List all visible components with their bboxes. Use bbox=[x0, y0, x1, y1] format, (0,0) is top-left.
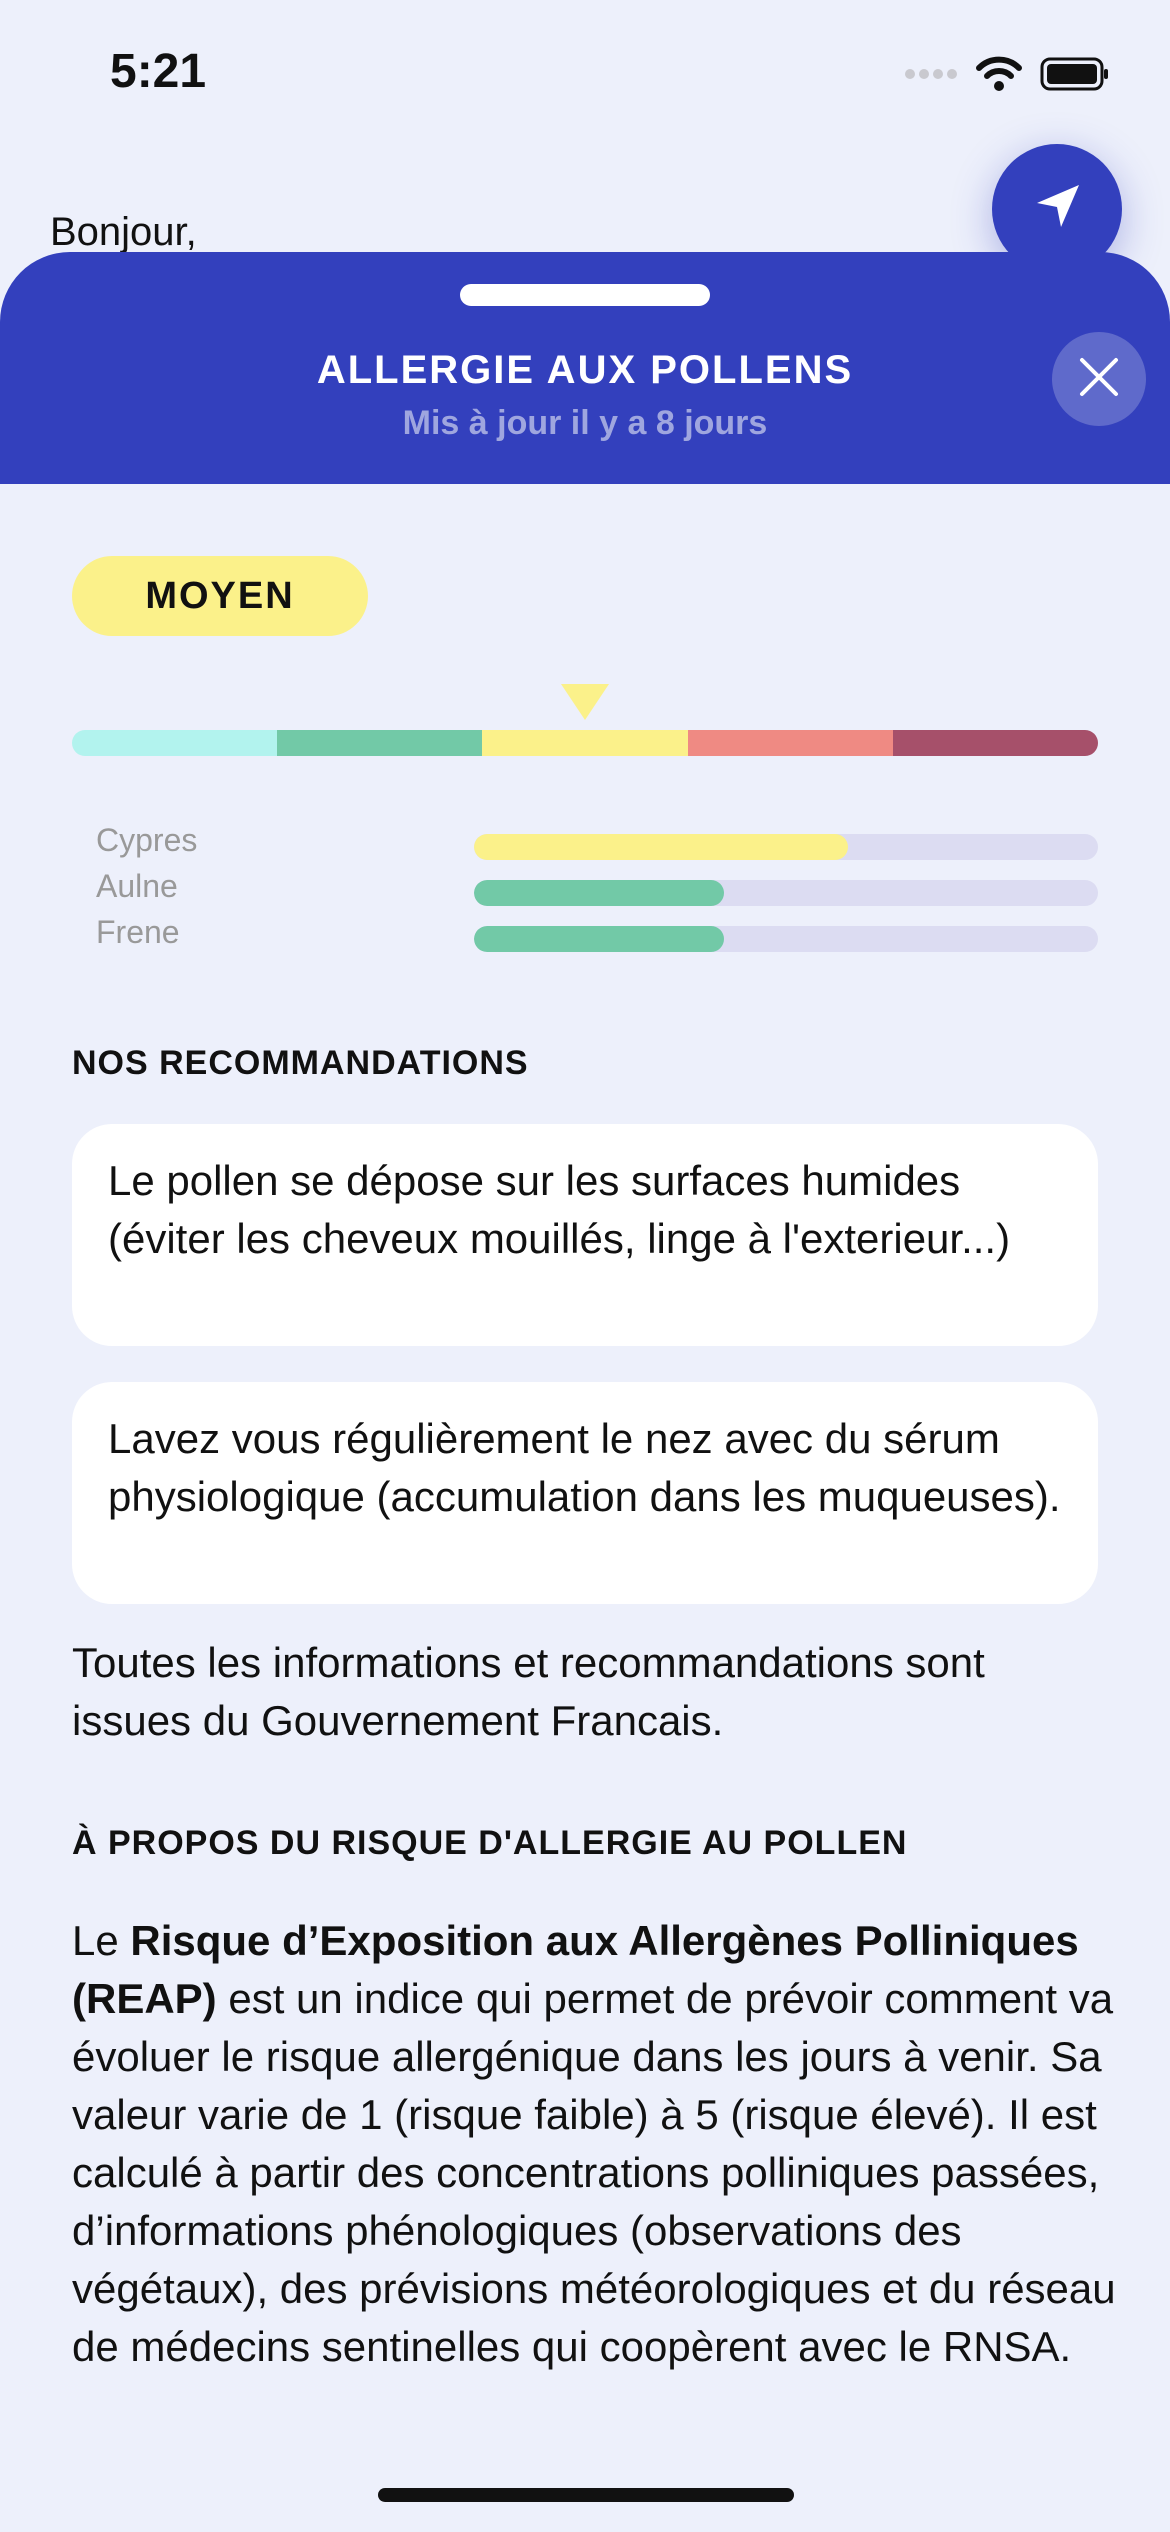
risk-scale-segment bbox=[892, 730, 1098, 756]
pollen-level-bar bbox=[474, 926, 724, 952]
sheet-header: ALLERGIE AUX POLLENS Mis à jour il y a 8… bbox=[0, 252, 1170, 484]
pollen-level-bar bbox=[474, 880, 724, 906]
location-arrow-icon bbox=[1029, 179, 1085, 240]
risk-scale-segment bbox=[72, 730, 278, 756]
recommendation-card: Le pollen se dépose sur les surfaces hum… bbox=[72, 1124, 1098, 1346]
home-indicator bbox=[378, 2488, 794, 2502]
status-time: 5:21 bbox=[110, 45, 207, 98]
pollen-level-track bbox=[474, 880, 1098, 906]
battery-icon bbox=[1040, 56, 1110, 97]
greeting: Bonjour, bbox=[50, 210, 197, 254]
source-note: Toutes les informations et recommandatio… bbox=[72, 1639, 985, 1744]
sheet-grabber[interactable] bbox=[460, 284, 710, 306]
risk-scale-segment bbox=[277, 730, 483, 756]
pollen-list: Cypres Aulne Frene bbox=[96, 822, 1098, 960]
about-body: est un indice qui permet de prévoir comm… bbox=[72, 1975, 1116, 2370]
about-text: Le Risque d’Exposition aux Allergènes Po… bbox=[72, 1912, 1122, 2376]
status-bar: 5:21 bbox=[0, 0, 1170, 150]
risk-scale bbox=[72, 730, 1098, 756]
wifi-icon bbox=[976, 56, 1022, 97]
pollen-level-track bbox=[474, 926, 1098, 952]
close-button[interactable] bbox=[1052, 332, 1146, 426]
pollen-row: Frene bbox=[96, 914, 1098, 960]
sheet-title: ALLERGIE AUX POLLENS bbox=[316, 348, 854, 392]
about-intro: Le bbox=[72, 1917, 131, 1964]
pollen-level-track bbox=[474, 834, 1098, 860]
pollen-name: Frene bbox=[96, 914, 180, 950]
risk-level-badge: MOYEN bbox=[72, 556, 368, 636]
risk-scale-segment bbox=[482, 730, 688, 756]
about-heading: À PROPOS DU RISQUE D'ALLERGIE AU POLLEN bbox=[72, 1824, 908, 1862]
close-icon bbox=[1078, 356, 1120, 403]
pollen-name: Aulne bbox=[96, 868, 178, 904]
pollen-row: Cypres bbox=[96, 822, 1098, 868]
risk-indicator bbox=[561, 684, 609, 720]
recommendation-card: Lavez vous régulièrement le nez avec du … bbox=[72, 1382, 1098, 1604]
recommendations-heading: NOS RECOMMANDATIONS bbox=[72, 1044, 529, 1082]
risk-scale-segment bbox=[687, 730, 893, 756]
pollen-level-bar bbox=[474, 834, 849, 860]
pollen-row: Aulne bbox=[96, 868, 1098, 914]
status-icons bbox=[904, 56, 1110, 97]
signal-icon bbox=[904, 64, 958, 89]
pollen-name: Cypres bbox=[96, 822, 198, 858]
sheet-subtitle: Mis à jour il y a 8 jours bbox=[402, 404, 768, 442]
